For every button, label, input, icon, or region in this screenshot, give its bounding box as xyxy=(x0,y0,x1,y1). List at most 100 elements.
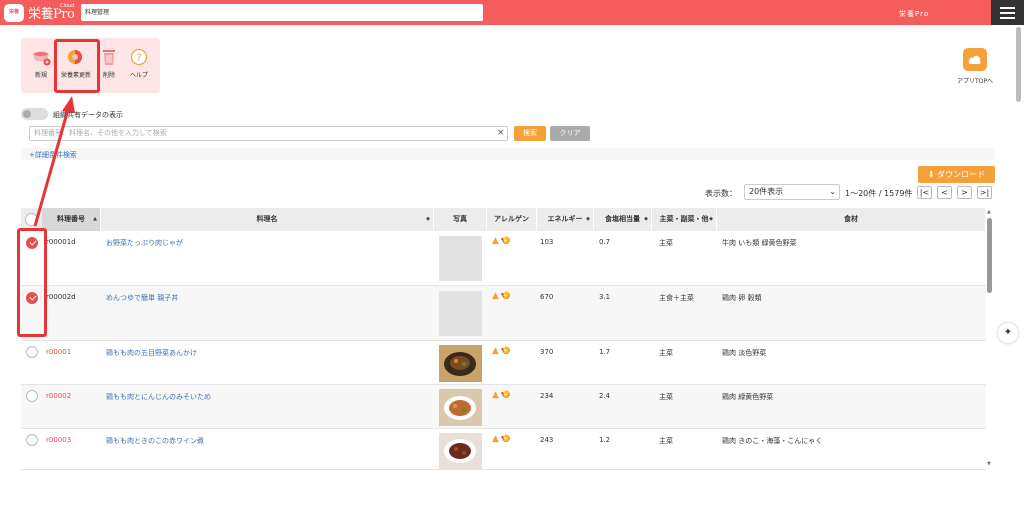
dish-photo xyxy=(439,433,482,469)
select-all-checkbox[interactable] xyxy=(25,213,38,226)
clear-button[interactable]: クリア xyxy=(550,126,590,141)
ingredients-value: 鶏肉 きのこ・海藻・こんにゃく xyxy=(722,437,823,445)
salt-value: 0.7 xyxy=(599,238,611,246)
ingredients-value: 鶏肉 淡色野菜 xyxy=(722,349,767,357)
shared-data-toggle[interactable] xyxy=(21,108,48,120)
scroll-up-icon[interactable]: ▲ xyxy=(987,209,991,215)
page-title: 料理管理 xyxy=(81,4,483,21)
page-scrollbar[interactable] xyxy=(1016,27,1021,102)
table-row[interactable]: r00001 鶏もも肉の五目野菜あんかけ ▲ 🍤 370 1.7 主菜 鶏肉 淡色… xyxy=(21,341,986,385)
dish-name-link[interactable]: めんつゆで簡単 親子丼 xyxy=(106,293,178,303)
row-checkbox[interactable] xyxy=(26,390,38,402)
salt-value: 2.4 xyxy=(599,392,611,400)
col-energy[interactable]: エネルギー ◆ xyxy=(537,208,594,231)
dish-name-link[interactable]: 鶏もも肉の五目野菜あんかけ xyxy=(106,348,197,358)
annotation-highlight-checked-rows xyxy=(17,228,47,337)
svg-text:?: ? xyxy=(136,53,141,64)
chevron-down-icon: ⌄ xyxy=(829,187,836,196)
table-scrollbar[interactable]: ▲ ▼ xyxy=(986,208,994,470)
sparkle-icon[interactable]: ✦ xyxy=(998,323,1018,343)
help-icon: ? xyxy=(128,46,150,68)
top-bar: 栄養 栄養Pro Cloud 料理管理 栄養Pro xyxy=(0,0,1024,25)
scroll-down-icon[interactable]: ▼ xyxy=(987,461,991,467)
app-top-label: アプリTOPへ xyxy=(956,78,993,85)
dish-photo-placeholder xyxy=(439,291,482,336)
advanced-search-bar xyxy=(21,148,995,160)
dish-code[interactable]: r00001 xyxy=(46,348,71,356)
ingredients-value: 牛肉 いも類 緑黄色野菜 xyxy=(722,239,797,247)
energy-value: 103 xyxy=(540,238,554,246)
salt-value: 1.7 xyxy=(599,348,611,356)
category-value: 主菜 xyxy=(659,239,673,247)
result-range: 1〜20件 / 1579件 xyxy=(845,189,913,198)
hamburger-menu-button[interactable] xyxy=(991,0,1024,25)
col-photo: 写真 xyxy=(434,208,487,231)
search-input[interactable]: 料理番号、料理名、その他を入力して検索 xyxy=(29,126,508,141)
clear-search-icon[interactable]: × xyxy=(497,127,505,140)
allergen-icons: ▲ 🍤 xyxy=(492,390,511,400)
table-row[interactable]: r00003 鶏もも肉ときのこの赤ワイン煮 ▲ 🍤 243 1.2 主菜 鶏肉 き… xyxy=(21,429,986,470)
new-button[interactable]: 新規 xyxy=(27,46,55,79)
new-dish-icon xyxy=(30,46,52,68)
pager-first-button[interactable]: |< xyxy=(917,186,932,199)
logo-cloud-label: Cloud xyxy=(60,3,75,9)
category-value: 主菜 xyxy=(659,349,673,357)
dish-code[interactable]: r00003 xyxy=(46,436,71,444)
dish-photo xyxy=(439,389,482,426)
sort-icon: ◆ xyxy=(586,216,590,222)
help-button[interactable]: ? ヘルプ xyxy=(125,46,153,79)
allergen-icons: ▲ 🍤 xyxy=(492,434,511,444)
dish-name-link[interactable]: 鶏もも肉とにんじんのみそいため xyxy=(106,392,211,402)
ingredients-value: 鶏肉 緑黄色野菜 xyxy=(722,393,774,401)
pager-next-button[interactable]: > xyxy=(957,186,972,199)
app-top-button[interactable]: アプリTOPへ xyxy=(955,48,995,85)
table-header: 料理番号 ▲ 料理名 ◆ 写真 アレルゲン エネルギー ◆ 食塩相当量 ◆ 主菜・副菜・… xyxy=(21,208,986,231)
search-button[interactable]: 検索 xyxy=(514,126,546,141)
dish-code[interactable]: r00002 xyxy=(46,392,71,400)
ingredients-value: 鶏肉 卵 穀類 xyxy=(722,294,762,302)
row-checkbox[interactable] xyxy=(26,346,38,358)
help-label: ヘルプ xyxy=(129,72,148,79)
category-value: 主菜 xyxy=(659,437,673,445)
table-row[interactable]: r00002d めんつゆで簡単 親子丼 ▲ 🍤 670 3.1 主食＋主菜 鶏肉 … xyxy=(21,286,986,341)
download-button[interactable]: ⬇ ダウンロード xyxy=(918,166,995,183)
category-value: 主菜 xyxy=(659,393,673,401)
sort-asc-icon: ▲ xyxy=(93,216,97,222)
dish-name-link[interactable]: 鶏もも肉ときのこの赤ワイン煮 xyxy=(106,436,204,446)
logo-badge: 栄養 xyxy=(4,3,24,22)
allergen-icons: ▲ 🍤 xyxy=(492,236,511,246)
energy-value: 370 xyxy=(540,348,554,356)
scroll-thumb[interactable] xyxy=(987,218,992,293)
user-name: 栄養Pro xyxy=(899,10,930,18)
col-name[interactable]: 料理名 ◆ xyxy=(101,208,434,231)
dish-photo xyxy=(439,345,482,382)
pager-last-button[interactable]: >| xyxy=(977,186,992,199)
dish-name-link[interactable]: お野菜たっぷり肉じゃが xyxy=(106,238,183,248)
dish-code[interactable]: r00001d xyxy=(46,238,76,246)
row-checkbox[interactable] xyxy=(26,434,38,446)
trash-icon xyxy=(98,46,120,68)
allergen-icons: ▲ 🍤 xyxy=(492,291,511,301)
energy-value: 243 xyxy=(540,436,554,444)
col-code[interactable]: 料理番号 ▲ xyxy=(42,208,101,231)
col-category[interactable]: 主菜・副菜・他 ◆ xyxy=(652,208,717,231)
display-count-label: 表示数： xyxy=(705,189,737,198)
display-count-value: 20件表示 xyxy=(749,187,784,196)
salt-value: 1.2 xyxy=(599,436,611,444)
display-count-select[interactable]: 20件表示 ⌄ xyxy=(744,184,840,200)
new-label: 新規 xyxy=(34,72,47,79)
sort-icon: ◆ xyxy=(644,216,648,222)
app-logo[interactable]: 栄養 栄養Pro Cloud xyxy=(4,3,75,22)
advanced-search-link[interactable]: +詳細条件検索 xyxy=(29,150,77,160)
app-home-icon xyxy=(963,48,987,71)
salt-value: 3.1 xyxy=(599,293,611,301)
category-value: 主食＋主菜 xyxy=(659,294,694,302)
col-salt[interactable]: 食塩相当量 ◆ xyxy=(594,208,652,231)
pager-prev-button[interactable]: < xyxy=(937,186,952,199)
dish-code[interactable]: r00002d xyxy=(46,293,76,301)
sort-icon: ◆ xyxy=(426,216,430,222)
sort-icon: ◆ xyxy=(709,216,713,222)
table-row[interactable]: r00002 鶏もも肉とにんじんのみそいため ▲ 🍤 234 2.4 主菜 鶏肉 … xyxy=(21,385,986,429)
dish-photo-placeholder xyxy=(439,236,482,281)
table-row[interactable]: r00001d お野菜たっぷり肉じゃが ▲ 🍤 103 0.7 主菜 牛肉 いも類… xyxy=(21,231,986,286)
